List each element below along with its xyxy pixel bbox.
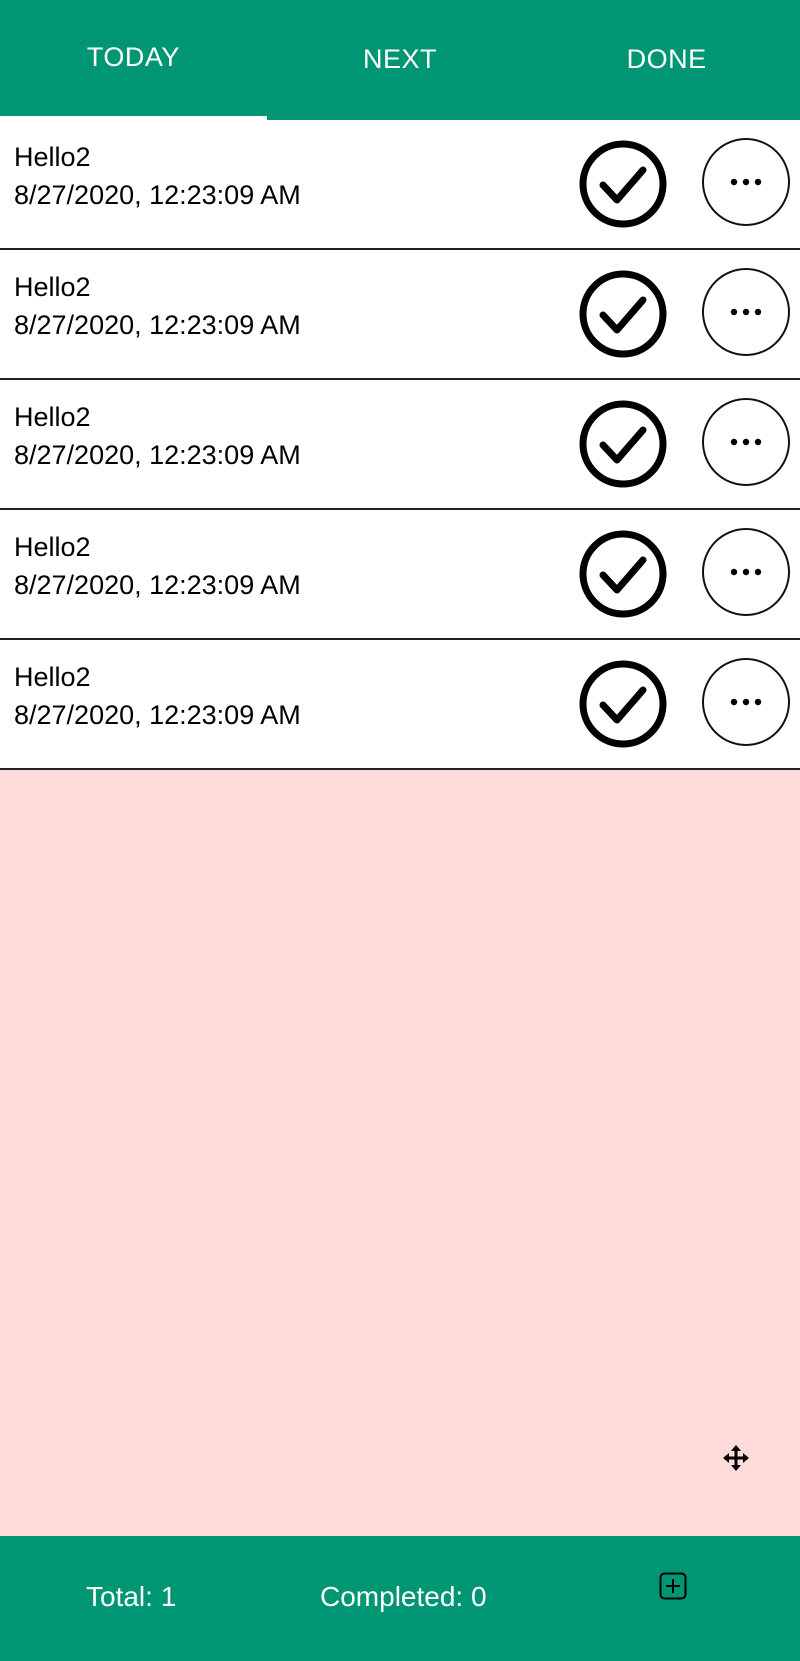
task-row: Hello2 8/27/2020, 12:23:09 AM [0, 510, 800, 640]
task-datetime: 8/27/2020, 12:23:09 AM [14, 570, 301, 600]
task-datetime: 8/27/2020, 12:23:09 AM [14, 700, 301, 730]
task-title: Hello2 [14, 142, 91, 172]
tab-today[interactable]: TODAY [0, 0, 267, 120]
total-count: Total: 1 [86, 1581, 177, 1612]
check-circle-icon[interactable] [578, 269, 668, 359]
more-horizontal-icon[interactable] [702, 658, 790, 746]
more-horizontal-icon[interactable] [702, 268, 790, 356]
task-text: Hello2 8/27/2020, 12:23:09 AM [14, 398, 301, 474]
task-text: Hello2 8/27/2020, 12:23:09 AM [14, 658, 301, 734]
plus-square-icon[interactable] [659, 1572, 687, 1600]
task-row: Hello2 8/27/2020, 12:23:09 AM [0, 120, 800, 250]
task-row: Hello2 8/27/2020, 12:23:09 AM [0, 380, 800, 510]
more-horizontal-icon[interactable] [702, 528, 790, 616]
task-text: Hello2 8/27/2020, 12:23:09 AM [14, 138, 301, 214]
more-horizontal-icon[interactable] [702, 398, 790, 486]
task-list: Hello2 8/27/2020, 12:23:09 AM Hello2 8/2… [0, 120, 800, 770]
tab-done[interactable]: DONE [533, 0, 800, 120]
check-circle-icon[interactable] [578, 529, 668, 619]
check-circle-icon[interactable] [578, 139, 668, 229]
task-row: Hello2 8/27/2020, 12:23:09 AM [0, 640, 800, 770]
completed-count: Completed: 0 [320, 1581, 487, 1612]
task-text: Hello2 8/27/2020, 12:23:09 AM [14, 268, 301, 344]
move-icon[interactable] [722, 1444, 750, 1472]
check-circle-icon[interactable] [578, 659, 668, 749]
footer-bar: Total: 1 Completed: 0 [0, 1536, 800, 1661]
tab-next[interactable]: NEXT [267, 0, 534, 120]
more-horizontal-icon[interactable] [702, 138, 790, 226]
task-title: Hello2 [14, 272, 91, 302]
task-text: Hello2 8/27/2020, 12:23:09 AM [14, 528, 301, 604]
check-circle-icon[interactable] [578, 399, 668, 489]
tab-bar: TODAY NEXT DONE [0, 0, 800, 120]
task-title: Hello2 [14, 662, 91, 692]
task-title: Hello2 [14, 532, 91, 562]
task-datetime: 8/27/2020, 12:23:09 AM [14, 180, 301, 210]
task-row: Hello2 8/27/2020, 12:23:09 AM [0, 250, 800, 380]
task-datetime: 8/27/2020, 12:23:09 AM [14, 440, 301, 470]
tab-today-label: TODAY [86, 41, 180, 72]
tab-next-label: NEXT [363, 43, 438, 74]
tab-done-label: DONE [626, 43, 707, 74]
task-title: Hello2 [14, 402, 91, 432]
task-datetime: 8/27/2020, 12:23:09 AM [14, 310, 301, 340]
